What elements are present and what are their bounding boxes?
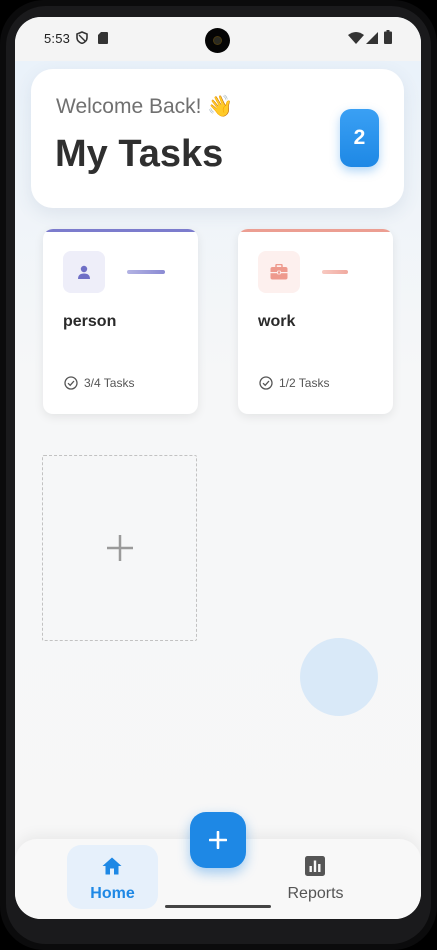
briefcase-icon: [270, 264, 288, 280]
nav-home-label: Home: [90, 885, 135, 902]
app-screen: 5:53 Welcome Back! 👋 My Tasks 2 person 3…: [15, 17, 421, 919]
category-color-bar: [127, 270, 165, 274]
add-task-fab[interactable]: [190, 812, 246, 868]
category-icon-box: [258, 251, 300, 293]
category-icon-box: [63, 251, 105, 293]
category-card-person[interactable]: person 3/4 Tasks: [43, 229, 198, 414]
status-time: 5:53: [44, 31, 71, 46]
header-card: Welcome Back! 👋 My Tasks 2: [31, 69, 404, 208]
nav-home[interactable]: Home: [67, 845, 158, 909]
gesture-navigation-bar[interactable]: [165, 905, 271, 908]
wifi-icon: [348, 32, 364, 44]
check-circle-icon: [64, 376, 78, 390]
decorative-circle: [300, 638, 378, 716]
page-title: My Tasks: [55, 133, 224, 175]
person-icon: [78, 265, 90, 279]
category-progress: 1/2 Tasks: [259, 376, 329, 390]
nav-reports-label: Reports: [287, 885, 344, 902]
check-circle-icon: [259, 376, 273, 390]
battery-icon: [384, 30, 392, 44]
category-progress-text: 1/2 Tasks: [279, 376, 330, 390]
category-accent-bar: [238, 229, 393, 232]
front-camera: [205, 28, 230, 53]
nav-reports[interactable]: Reports: [270, 845, 361, 909]
category-name: work: [258, 313, 296, 330]
welcome-text: Welcome Back! 👋: [56, 95, 234, 118]
plus-icon: [106, 535, 133, 561]
plus-icon: [209, 831, 227, 849]
category-name: person: [63, 313, 117, 330]
status-bar: 5:53: [15, 17, 421, 61]
task-count-badge: 2: [340, 109, 379, 167]
category-card-work[interactable]: work 1/2 Tasks: [238, 229, 393, 414]
add-category-button[interactable]: [42, 455, 197, 641]
category-progress: 3/4 Tasks: [64, 376, 134, 390]
category-progress-text: 3/4 Tasks: [84, 376, 135, 390]
category-color-bar: [322, 270, 348, 274]
home-icon: [102, 857, 122, 875]
phone-frame: 5:53 Welcome Back! 👋 My Tasks 2 person 3…: [0, 0, 437, 950]
cellular-signal-icon: [366, 32, 378, 44]
shield-icon: [76, 31, 88, 44]
bar-chart-icon: [305, 856, 325, 876]
sim-card-icon: [98, 32, 108, 44]
category-accent-bar: [43, 229, 198, 232]
